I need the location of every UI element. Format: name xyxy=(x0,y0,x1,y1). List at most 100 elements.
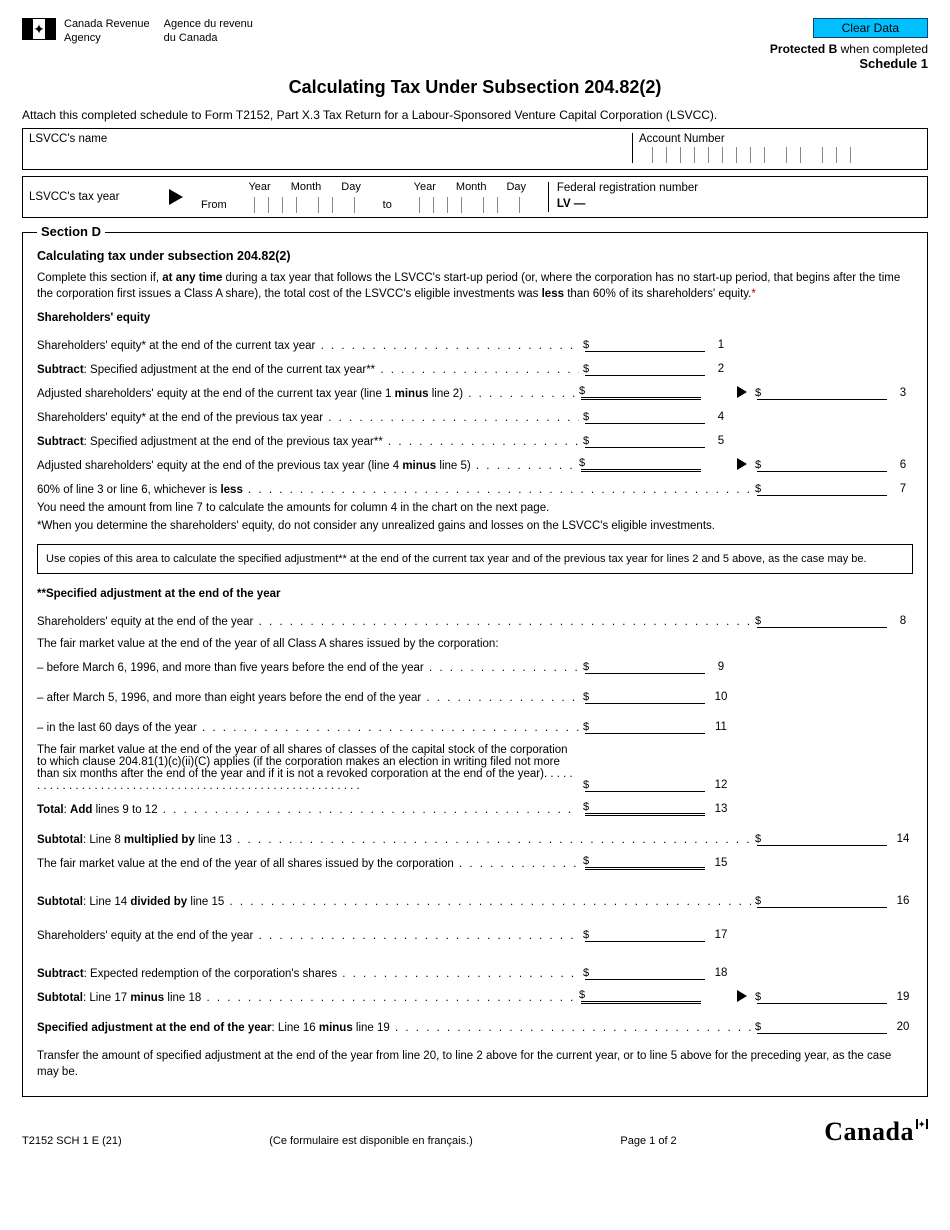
line-number: 19 xyxy=(893,991,913,1004)
shareholders-equity-heading: Shareholders' equity xyxy=(37,312,913,324)
section-d: Section D Calculating tax under subsecti… xyxy=(22,232,928,1097)
month-label-from: Month xyxy=(291,181,322,193)
account-number-label: Account Number xyxy=(639,133,921,145)
line-8-amount[interactable]: $ xyxy=(757,612,887,628)
transfer-instruction: Transfer the amount of specified adjustm… xyxy=(37,1048,913,1080)
section-d-intro: Complete this section if, at any time du… xyxy=(37,271,913,302)
line-5-amount[interactable]: $ xyxy=(585,432,705,448)
line-9: – before March 6, 1996, and more than fi… xyxy=(37,654,913,674)
from-date-input[interactable] xyxy=(241,197,369,213)
schedule-label: Schedule 1 xyxy=(770,56,928,71)
page-header: ✦ Canada Revenue Agency Agence du revenu… xyxy=(22,18,928,71)
line-number: 4 xyxy=(711,411,731,424)
line-number: 6 xyxy=(893,459,913,472)
line-7-amount[interactable]: $ xyxy=(757,480,887,496)
french-availability-note: (Ce formulaire est disponible en françai… xyxy=(269,1135,473,1147)
account-number-input[interactable] xyxy=(639,147,921,163)
tax-year-box: LSVCC's tax year From Year Month Day to … xyxy=(22,176,928,218)
line-14: Subtotal: Line 8 multiplied by line 13 $… xyxy=(37,826,913,846)
from-label: From xyxy=(201,199,227,213)
line-3-amount-a[interactable]: $ xyxy=(581,384,701,400)
carry-arrow-icon xyxy=(737,386,747,398)
line-17-amount[interactable]: $ xyxy=(585,926,705,942)
line-number: 3 xyxy=(893,387,913,400)
line-13: Total: Add lines 9 to 12 $ 13 xyxy=(37,796,913,816)
line-11-amount[interactable]: $ xyxy=(585,718,705,734)
line-15-amount[interactable]: $ xyxy=(585,854,705,870)
line-number: 11 xyxy=(711,721,731,734)
lsvcc-name-label: LSVCC's name xyxy=(29,133,626,145)
page-number: Page 1 of 2 xyxy=(620,1135,676,1147)
copies-instruction-box: Use copies of this area to calculate the… xyxy=(37,544,913,574)
line-12-amount[interactable]: $ xyxy=(585,776,705,792)
day-label-from: Day xyxy=(341,181,361,193)
line-number: 10 xyxy=(711,691,731,704)
canada-flag-icon: ✦ xyxy=(916,1119,928,1129)
line-10-amount[interactable]: $ xyxy=(585,688,705,704)
note-after-line-7: You need the amount from line 7 to calcu… xyxy=(37,502,913,514)
tax-year-label: LSVCC's tax year xyxy=(29,191,159,203)
canada-flag-icon: ✦ xyxy=(22,18,56,40)
line-19-amount-a[interactable]: $ xyxy=(581,988,701,1004)
page-title: Calculating Tax Under Subsection 204.82(… xyxy=(22,77,928,98)
line-15: The fair market value at the end of the … xyxy=(37,850,913,870)
agency-name-fr: Agence du revenu du Canada xyxy=(164,18,253,46)
star-note: *When you determine the shareholders' eq… xyxy=(37,520,913,532)
line-6-amount-a[interactable]: $ xyxy=(581,456,701,472)
line-number: 5 xyxy=(711,435,731,448)
line-20: Specified adjustment at the end of the y… xyxy=(37,1014,913,1034)
line-number: 12 xyxy=(711,779,731,792)
line-3: Adjusted shareholders' equity at the end… xyxy=(37,380,913,400)
line-9-amount[interactable]: $ xyxy=(585,658,705,674)
clear-data-button[interactable]: Clear Data xyxy=(813,18,928,38)
fmv-intro: The fair market value at the end of the … xyxy=(37,638,913,650)
line-number: 18 xyxy=(711,967,731,980)
line-5: Subtract: Specified adjustment at the en… xyxy=(37,428,913,448)
line-7: 60% of line 3 or line 6, whichever is le… xyxy=(37,476,913,496)
carry-arrow-icon xyxy=(737,458,747,470)
arrow-right-icon xyxy=(169,189,183,205)
line-13-amount[interactable]: $ xyxy=(585,800,705,816)
line-16-amount[interactable]: $ xyxy=(757,892,887,908)
line-19: Subtotal: Line 17 minus line 18 $ $ 19 xyxy=(37,984,913,1004)
section-d-heading: Calculating tax under subsection 204.82(… xyxy=(37,249,913,263)
line-19-amount-b[interactable]: $ xyxy=(757,988,887,1004)
line-6: Adjusted shareholders' equity at the end… xyxy=(37,452,913,472)
line-4-amount[interactable]: $ xyxy=(585,408,705,424)
line-2: Subtract: Specified adjustment at the en… xyxy=(37,356,913,376)
gov-identity: ✦ Canada Revenue Agency Agence du revenu… xyxy=(22,18,253,46)
line-1-amount[interactable]: $ xyxy=(585,336,705,352)
line-10: – after March 5, 1996, and more than eig… xyxy=(37,684,913,704)
line-16: Subtotal: Line 14 divided by line 15 $ 1… xyxy=(37,888,913,908)
fed-reg-input[interactable] xyxy=(591,196,835,212)
line-number: 17 xyxy=(711,929,731,942)
year-label-to: Year xyxy=(414,181,436,193)
lv-prefix: LV — xyxy=(557,198,586,210)
line-3-amount-b[interactable]: $ xyxy=(757,384,887,400)
line-17: Shareholders' equity at the end of the y… xyxy=(37,922,913,942)
line-number: 1 xyxy=(711,339,731,352)
to-label: to xyxy=(383,199,392,213)
canada-wordmark: Canada ✦ xyxy=(824,1117,928,1147)
protected-marking: Protected B when completed xyxy=(770,42,928,56)
line-2-amount[interactable]: $ xyxy=(585,360,705,376)
to-date-input[interactable] xyxy=(406,197,534,213)
line-18-amount[interactable]: $ xyxy=(585,964,705,980)
line-6-amount-b[interactable]: $ xyxy=(757,456,887,472)
page-footer: T2152 SCH 1 E (21) (Ce formulaire est di… xyxy=(22,1117,928,1147)
line-8: Shareholders' equity at the end of the y… xyxy=(37,608,913,628)
line-11: – in the last 60 days of the year $ 11 xyxy=(37,714,913,734)
line-number: 9 xyxy=(711,661,731,674)
line-1: Shareholders' equity* at the end of the … xyxy=(37,332,913,352)
form-id: T2152 SCH 1 E (21) xyxy=(22,1135,122,1147)
line-12: The fair market value at the end of the … xyxy=(37,744,913,792)
line-number: 16 xyxy=(893,895,913,908)
carry-arrow-icon xyxy=(737,990,747,1002)
line-number: 13 xyxy=(711,803,731,816)
line-number: 15 xyxy=(711,857,731,870)
line-number: 20 xyxy=(893,1021,913,1034)
line-14-amount[interactable]: $ xyxy=(757,830,887,846)
name-account-box: LSVCC's name Account Number xyxy=(22,128,928,170)
line-20-amount[interactable]: $ xyxy=(757,1018,887,1034)
lsvcc-name-input[interactable] xyxy=(29,145,626,161)
